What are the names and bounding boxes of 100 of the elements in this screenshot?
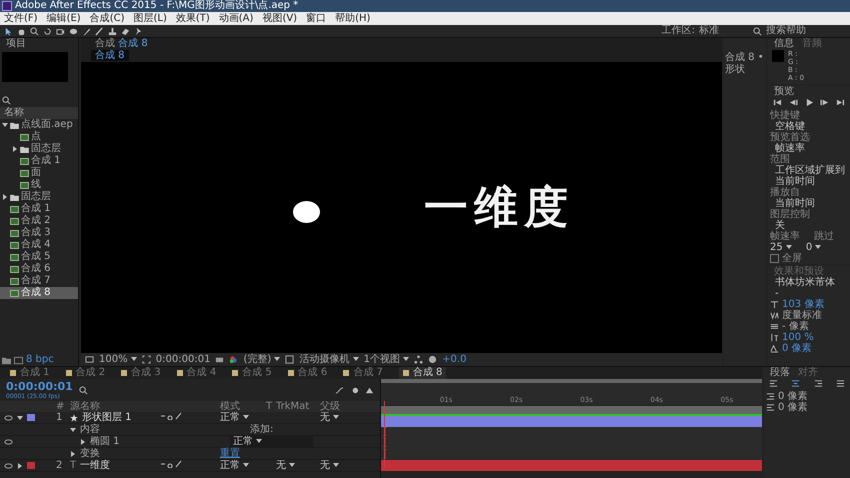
shy-icon[interactable] [365, 386, 374, 394]
project-item[interactable]: 固态层 [0, 143, 78, 155]
project-item[interactable]: 面 [0, 167, 78, 179]
layer-switches-icon[interactable] [160, 412, 184, 420]
font-style-dropdown[interactable]: - [770, 288, 848, 299]
align-right-icon[interactable] [814, 379, 823, 388]
layer-switches-icon[interactable] [160, 460, 184, 468]
layer-name[interactable]: 形状图层 1 [82, 412, 132, 423]
baseline-value[interactable]: 0 像素 [782, 343, 812, 354]
panel-title[interactable]: 信息 [774, 38, 794, 49]
project-item[interactable]: 固态层 [0, 191, 78, 203]
rotate-icon[interactable] [43, 26, 52, 36]
project-item[interactable]: 合成 2 [0, 215, 78, 227]
color-channels-icon[interactable] [229, 355, 238, 364]
preview-dropdown[interactable]: 帧速率 [770, 143, 848, 154]
exposure-icon[interactable] [428, 355, 438, 364]
menu-item[interactable]: 编辑(E) [46, 12, 81, 24]
kerning-value[interactable]: 度量标准 [782, 310, 822, 321]
project-item[interactable]: 合成 7 [0, 275, 78, 287]
align-center-icon[interactable] [791, 379, 800, 388]
caret-icon[interactable] [2, 122, 8, 128]
menu-item[interactable]: 动画(A) [218, 12, 254, 24]
project-item[interactable]: 合成 4 [0, 239, 78, 251]
frame-icon[interactable] [142, 355, 151, 364]
indent-value[interactable]: 0 像素 [778, 390, 808, 402]
graph-icon[interactable] [335, 386, 344, 394]
skip-dropdown[interactable]: 0 [806, 242, 822, 253]
brush-icon[interactable] [95, 26, 104, 36]
folder-icon[interactable] [2, 356, 11, 364]
search-icon[interactable] [30, 26, 39, 36]
search-icon[interactable] [78, 386, 88, 394]
checkbox[interactable] [770, 254, 779, 263]
camera-icon[interactable] [215, 355, 224, 364]
project-item[interactable]: 合成 3 [0, 227, 78, 239]
indent-value[interactable]: 0 像素 [778, 402, 808, 414]
eye-icon[interactable] [4, 438, 13, 444]
panel-title[interactable]: 项目 [0, 38, 78, 50]
caret-icon[interactable] [70, 426, 76, 432]
column-header[interactable]: 源名称 [66, 401, 160, 412]
stamp-icon[interactable] [108, 26, 117, 36]
zoom-dropdown[interactable]: 100% [99, 354, 137, 366]
reset-link[interactable]: 重置 [220, 448, 240, 459]
property-group-row[interactable]: 变换 重置 [0, 448, 380, 460]
project-item[interactable]: 合成 5 [0, 251, 78, 263]
search-help-field[interactable]: 搜索帮助 [766, 25, 806, 37]
eye-icon[interactable] [4, 414, 13, 420]
project-item[interactable]: 合成 6 [0, 263, 78, 275]
preview-dropdown[interactable]: 空格键 [770, 121, 848, 132]
caret-icon[interactable] [2, 194, 8, 200]
region-icon[interactable] [285, 355, 294, 364]
caret-icon[interactable] [80, 438, 86, 444]
column-header[interactable]: 模式 [220, 401, 266, 412]
search-icon[interactable] [2, 96, 11, 105]
composition-tab[interactable]: 合成 8 [398, 367, 446, 379]
first-frame-icon[interactable] [773, 98, 782, 107]
menu-item[interactable]: 图层(L) [133, 12, 167, 24]
nodes-icon[interactable] [414, 355, 424, 364]
caret-icon[interactable] [17, 414, 23, 420]
frame-rate-dropdown[interactable]: 25 [770, 242, 792, 253]
views-dropdown[interactable]: 1个视图 [364, 354, 410, 366]
track-matte-dropdown[interactable]: 无 [276, 460, 296, 471]
mode-dropdown[interactable]: 正常 [220, 412, 250, 423]
parent-dropdown[interactable]: 无 [320, 460, 340, 471]
composition-tab[interactable]: 合成 1 [10, 367, 50, 379]
camera-dropdown[interactable]: 活动摄像机 [299, 354, 359, 366]
menu-item[interactable]: 文件(F) [4, 12, 38, 24]
timecode-display[interactable]: 0:00:00:01 [156, 354, 210, 366]
motion-blur-icon[interactable] [350, 386, 359, 394]
leading-value[interactable]: - 像素 [782, 321, 809, 332]
layer-row[interactable]: 1 形状图层 1 正常 无 [0, 412, 380, 424]
composition-icon[interactable] [14, 356, 23, 364]
scale-value[interactable]: 100 % [782, 332, 814, 343]
project-item[interactable]: 点 [0, 131, 78, 143]
pointer-icon[interactable] [4, 26, 13, 36]
workspace-dropdown[interactable]: 标准 [699, 25, 719, 37]
panel-title[interactable]: 段落 [770, 367, 790, 378]
exposure-value[interactable]: +0.0 [442, 354, 466, 366]
composition-tab[interactable]: 合成 2 [66, 367, 106, 379]
blend-mode-dropdown[interactable]: 正常 [230, 436, 313, 447]
mode-dropdown[interactable]: 正常 [220, 460, 250, 471]
menu-item[interactable]: 帮助(H) [335, 12, 370, 24]
project-item[interactable]: 线 [0, 179, 78, 191]
label-color-swatch[interactable] [27, 414, 35, 421]
column-header[interactable]: 父级 [320, 401, 370, 412]
layer-name[interactable]: 一维度 [80, 460, 110, 471]
project-item[interactable]: 点线面.aep [0, 119, 78, 131]
caret-icon[interactable] [70, 450, 76, 456]
composition-tab[interactable]: 合成 7 [343, 367, 383, 379]
breadcrumb-tab[interactable]: 合成 8 [91, 50, 129, 61]
column-header[interactable]: TrkMat [276, 401, 320, 412]
align-left-icon[interactable] [769, 379, 778, 388]
menu-item[interactable]: 窗口 [306, 12, 326, 24]
layer-row[interactable]: 2 T 一维度 正常 无 无 [0, 460, 380, 472]
composition-tab[interactable]: 合成 6 [288, 367, 328, 379]
preview-dropdown[interactable]: 当前时间 [770, 198, 848, 209]
menu-item[interactable]: 效果(T) [176, 12, 210, 24]
current-timecode[interactable]: 0:00:00:01 [6, 380, 73, 392]
project-item[interactable]: 合成 1 [0, 203, 78, 215]
font-family-dropdown[interactable]: 书体坊米芾体 [770, 277, 848, 288]
eye-icon[interactable] [4, 462, 13, 468]
